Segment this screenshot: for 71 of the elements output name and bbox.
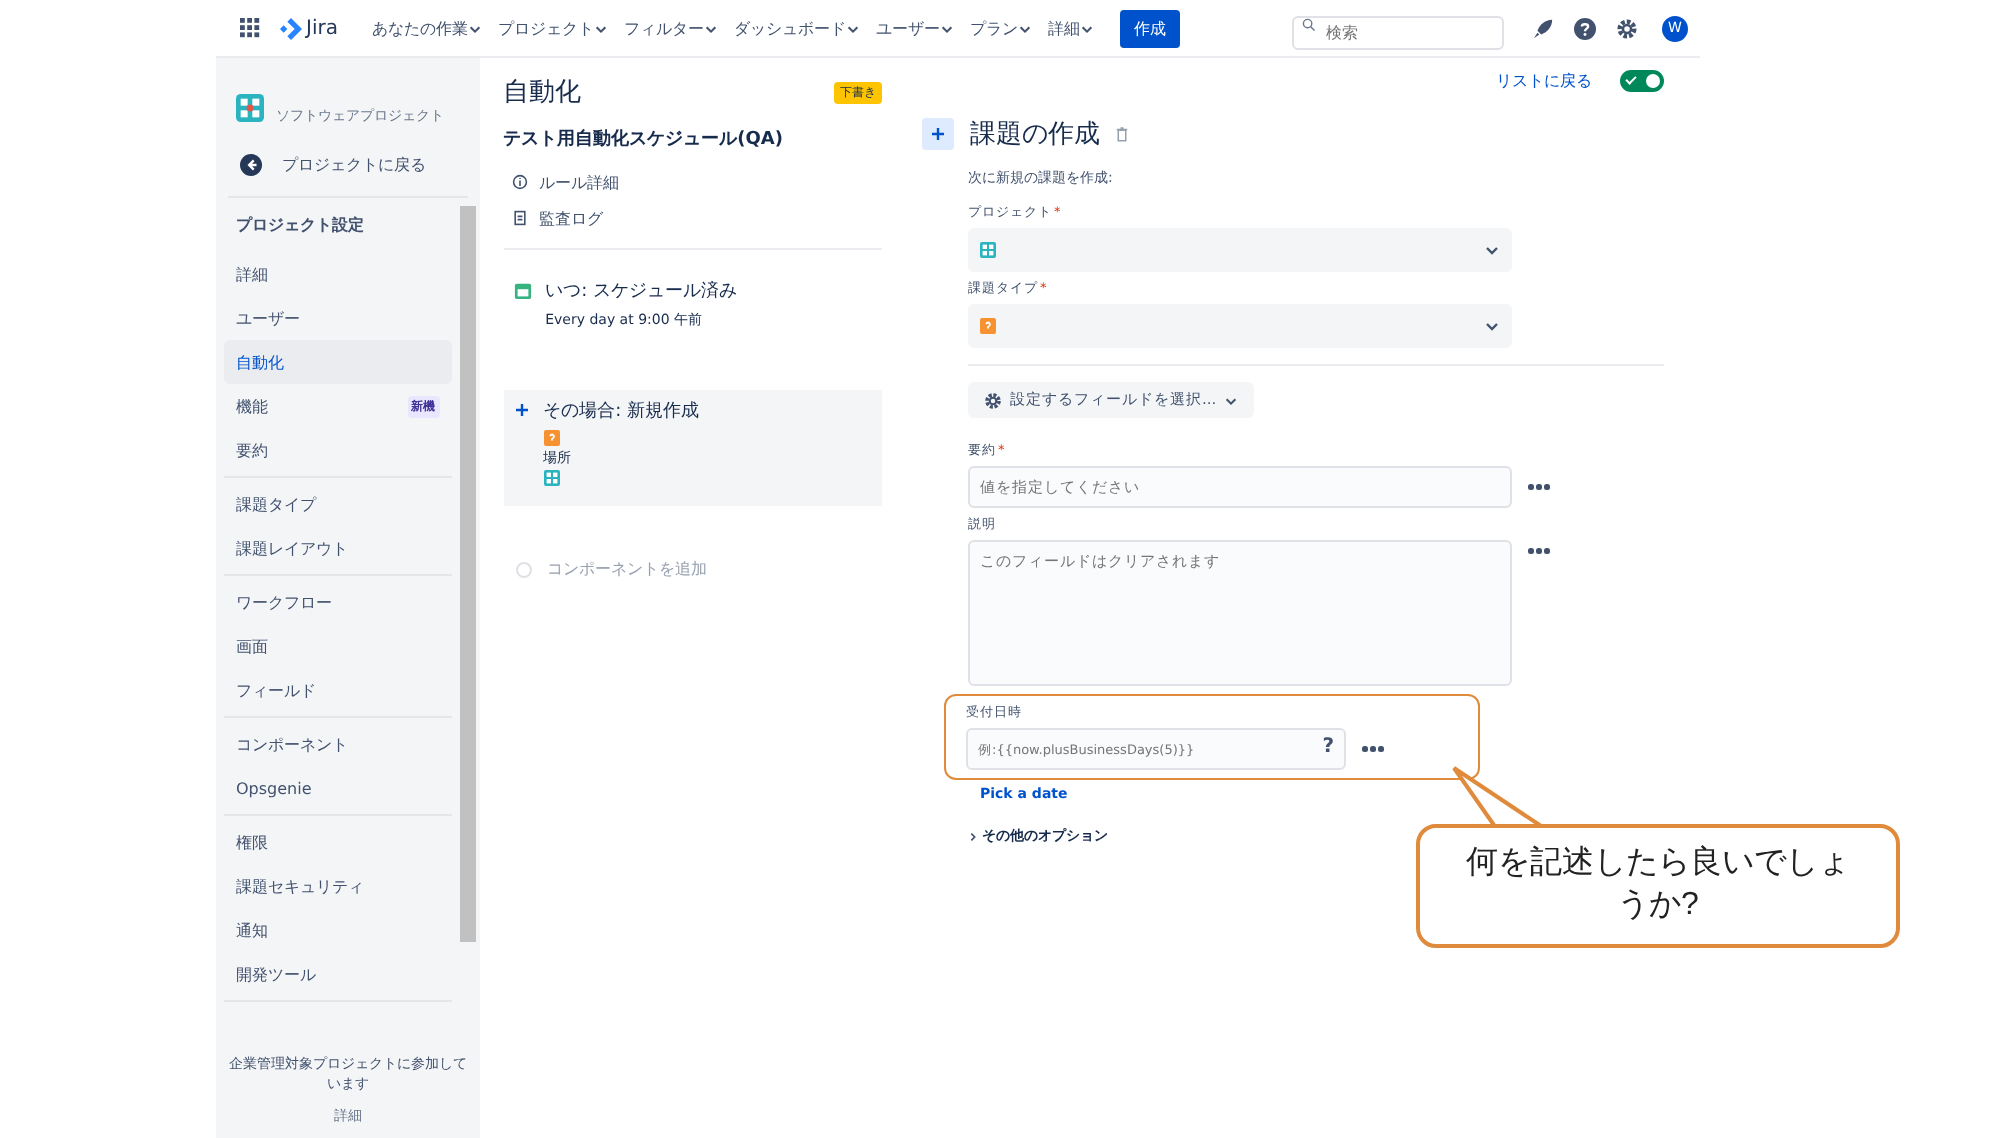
section-title: プロジェクト設定 bbox=[234, 214, 366, 238]
search-icon bbox=[1302, 17, 1316, 31]
chevron-icon bbox=[1484, 318, 1500, 334]
document-icon bbox=[511, 210, 528, 226]
callout-text: 何を記述したら良いでしょうか? bbox=[1464, 844, 1852, 926]
chevron-right-icon bbox=[968, 831, 978, 841]
chevron-icon bbox=[1017, 21, 1032, 35]
sidebar-item[interactable]: Opsgenie bbox=[224, 766, 452, 810]
sidebar-item[interactable]: 課題セキュリティ bbox=[224, 864, 452, 908]
sidebar-item[interactable]: 画面 bbox=[224, 624, 452, 668]
nav-menu[interactable]: あなたの作業 bbox=[365, 17, 488, 39]
logo-icon bbox=[280, 17, 302, 39]
action-title: その場合: 新規作成 bbox=[543, 399, 699, 424]
trigger-title[interactable]: いつ: スケジュール済み bbox=[545, 278, 737, 304]
search-field[interactable]: 検索 bbox=[1292, 15, 1504, 49]
nav-menu[interactable]: ダッシュボード bbox=[727, 17, 866, 39]
sidebar-item[interactable]: 課題タイプ bbox=[224, 482, 452, 526]
chevron-icon bbox=[467, 21, 482, 35]
sidebar-item[interactable]: 要約 bbox=[224, 428, 452, 472]
settings-icon[interactable] bbox=[1616, 17, 1638, 39]
issue-type-icon bbox=[543, 430, 560, 446]
action-title: 課題の作成 bbox=[970, 118, 1100, 152]
sidebar-item[interactable]: 通知 bbox=[224, 908, 452, 952]
nav-menu[interactable]: ユーザー bbox=[869, 17, 960, 39]
rule-name: テスト用自動化スケジュール(QA) bbox=[503, 127, 785, 152]
sidebar-item[interactable]: フィールド bbox=[224, 668, 452, 712]
chevron-icon bbox=[939, 21, 954, 35]
info-icon bbox=[511, 174, 528, 190]
project-icon bbox=[543, 470, 560, 486]
nav-menu[interactable]: フィルター bbox=[617, 17, 724, 39]
scrollbar[interactable] bbox=[459, 206, 476, 942]
chevron-icon bbox=[845, 21, 860, 35]
project-icon bbox=[236, 94, 264, 122]
rule-link[interactable]: 監査ログ bbox=[539, 207, 604, 229]
help-icon[interactable] bbox=[1574, 17, 1596, 39]
sidebar-item[interactable]: 自動化 bbox=[224, 340, 452, 384]
sidebar-item[interactable]: ワークフロー bbox=[224, 580, 452, 624]
page-title: 自動化 bbox=[503, 76, 582, 110]
sidebar-item[interactable]: 課題レイアウト bbox=[224, 526, 452, 570]
chevron-icon bbox=[1224, 393, 1239, 407]
sidebar-item[interactable]: 開発ツール bbox=[224, 952, 452, 996]
chevron-icon bbox=[593, 21, 608, 35]
back-to-list-link[interactable]: リストに戻る bbox=[1496, 70, 1592, 92]
issue-type-icon bbox=[980, 318, 996, 334]
chevron-icon bbox=[703, 21, 718, 35]
plus-icon bbox=[922, 118, 954, 150]
nav-menu[interactable]: プロジェクト bbox=[491, 17, 614, 39]
plus-icon bbox=[513, 402, 530, 418]
select-field[interactable] bbox=[968, 304, 1512, 348]
circle-icon bbox=[515, 561, 532, 577]
rule-link[interactable]: ルール詳細 bbox=[539, 171, 620, 193]
project-icon bbox=[980, 242, 996, 258]
gear-icon bbox=[984, 391, 1002, 409]
trash-icon[interactable] bbox=[1116, 126, 1128, 142]
enable-toggle[interactable] bbox=[1620, 70, 1664, 92]
back-link[interactable]: プロジェクトに戻る bbox=[282, 154, 426, 176]
nav-menu[interactable]: 詳細 bbox=[1041, 17, 1100, 39]
select-field[interactable] bbox=[968, 228, 1512, 272]
sidebar-item[interactable]: ユーザー bbox=[224, 296, 452, 340]
app-grid-icon[interactable] bbox=[240, 18, 260, 38]
chevron-icon bbox=[1484, 242, 1500, 258]
product-name[interactable]: Jira bbox=[306, 17, 338, 39]
rocket-icon[interactable] bbox=[1532, 17, 1554, 39]
chevron-icon bbox=[1079, 21, 1094, 35]
sidebar-item[interactable]: コンポーネント bbox=[224, 722, 452, 766]
create-button[interactable]: 作成 bbox=[1119, 9, 1180, 47]
sidebar-item[interactable]: 権限 bbox=[224, 820, 452, 864]
help-icon[interactable]: ? bbox=[1322, 736, 1334, 760]
calendar-icon bbox=[513, 282, 532, 300]
sidebar-item[interactable]: 詳細 bbox=[224, 252, 452, 296]
nav-menu[interactable]: プラン bbox=[963, 17, 1038, 39]
